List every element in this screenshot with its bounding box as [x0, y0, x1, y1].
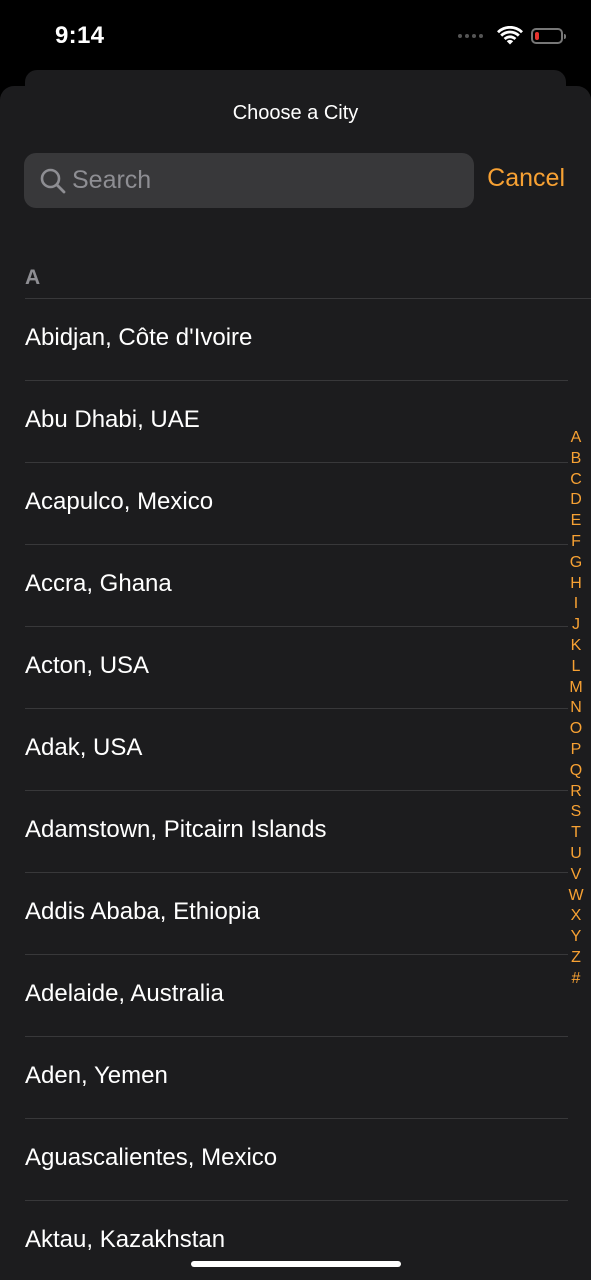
city-label: Abidjan, Côte d'Ivoire	[25, 324, 253, 351]
city-row[interactable]: Addis Ababa, Ethiopia	[0, 873, 591, 955]
city-label: Aktau, Kazakhstan	[25, 1226, 226, 1253]
city-list: Abidjan, Côte d'Ivoire Abu Dhabi, UAE Acap…	[0, 299, 591, 1280]
city-label: Aden, Yemen	[25, 1062, 168, 1089]
search-icon	[36, 164, 70, 198]
city-row[interactable]: Aktau, Kazakhstan	[0, 1201, 591, 1280]
city-label: Addis Ababa, Ethiopia	[25, 898, 260, 925]
city-label: Aguascalientes, Mexico	[25, 1144, 278, 1171]
city-row[interactable]: Abu Dhabi, UAE	[0, 381, 591, 463]
cancel-button[interactable]: Cancel	[487, 164, 565, 193]
index-letter[interactable]: U	[570, 844, 582, 865]
search-input[interactable]	[70, 165, 474, 196]
city-row[interactable]: Adak, USA	[0, 709, 591, 791]
city-row[interactable]: Adelaide, Australia	[0, 955, 591, 1037]
city-row[interactable]: Aden, Yemen	[0, 1037, 591, 1119]
index-letter[interactable]: S	[571, 802, 582, 823]
city-picker-sheet: Choose a City Cancel A Abidjan, Côte d'I…	[0, 86, 591, 1280]
status-time: 9:14	[55, 22, 105, 49]
index-letter[interactable]: F	[571, 532, 581, 553]
index-letter[interactable]: I	[574, 594, 578, 615]
city-row[interactable]: Accra, Ghana	[0, 545, 591, 627]
city-row[interactable]: Acapulco, Mexico	[0, 463, 591, 545]
index-letter[interactable]: C	[570, 470, 582, 491]
index-letter[interactable]: A	[571, 428, 582, 449]
index-letter[interactable]: L	[572, 657, 581, 678]
index-letter[interactable]: E	[571, 511, 582, 532]
city-row[interactable]: Adamstown, Pitcairn Islands	[0, 791, 591, 873]
city-row[interactable]: Aguascalientes, Mexico	[0, 1119, 591, 1201]
alphabet-index[interactable]: A B C D E F G H I J K L M N O P Q R S T U V W X Y Z #	[566, 428, 586, 990]
index-letter[interactable]: G	[570, 553, 582, 574]
sheet-title: Choose a City	[232, 102, 359, 124]
city-row[interactable]: Abidjan, Côte d'Ivoire	[0, 299, 591, 381]
index-letter[interactable]: Q	[570, 761, 582, 782]
city-label: Accra, Ghana	[25, 570, 172, 597]
status-bar: 9:14	[0, 0, 591, 72]
index-letter[interactable]: M	[569, 678, 582, 699]
index-letter[interactable]: D	[570, 490, 582, 511]
index-letter[interactable]: Z	[571, 948, 581, 969]
index-letter[interactable]: K	[571, 636, 582, 657]
city-label: Abu Dhabi, UAE	[25, 406, 200, 433]
status-indicators	[458, 26, 566, 46]
section-header: A	[25, 266, 41, 289]
city-label: Acton, USA	[25, 652, 150, 679]
index-letter[interactable]: N	[570, 698, 582, 719]
index-letter[interactable]: O	[570, 719, 582, 740]
index-letter[interactable]: #	[572, 969, 581, 990]
index-letter[interactable]: X	[571, 906, 582, 927]
search-box[interactable]	[24, 153, 474, 208]
index-letter[interactable]: Y	[571, 927, 582, 948]
index-letter[interactable]: W	[568, 886, 583, 907]
wifi-icon	[497, 26, 523, 45]
index-letter[interactable]: J	[572, 615, 580, 636]
index-letter[interactable]: R	[570, 782, 582, 803]
home-indicator[interactable]	[191, 1261, 401, 1267]
battery-icon	[531, 28, 566, 44]
index-letter[interactable]: V	[571, 865, 582, 886]
index-letter[interactable]: H	[570, 574, 582, 595]
city-label: Acapulco, Mexico	[25, 488, 214, 515]
battery-level	[535, 32, 539, 40]
index-letter[interactable]: B	[571, 449, 582, 470]
city-label: Adelaide, Australia	[25, 980, 224, 1007]
city-label: Adamstown, Pitcairn Islands	[25, 816, 327, 843]
city-label: Adak, USA	[25, 734, 143, 761]
index-letter[interactable]: T	[571, 823, 581, 844]
index-letter[interactable]: P	[571, 740, 582, 761]
cellular-signal-icon	[458, 34, 483, 38]
city-row[interactable]: Acton, USA	[0, 627, 591, 709]
